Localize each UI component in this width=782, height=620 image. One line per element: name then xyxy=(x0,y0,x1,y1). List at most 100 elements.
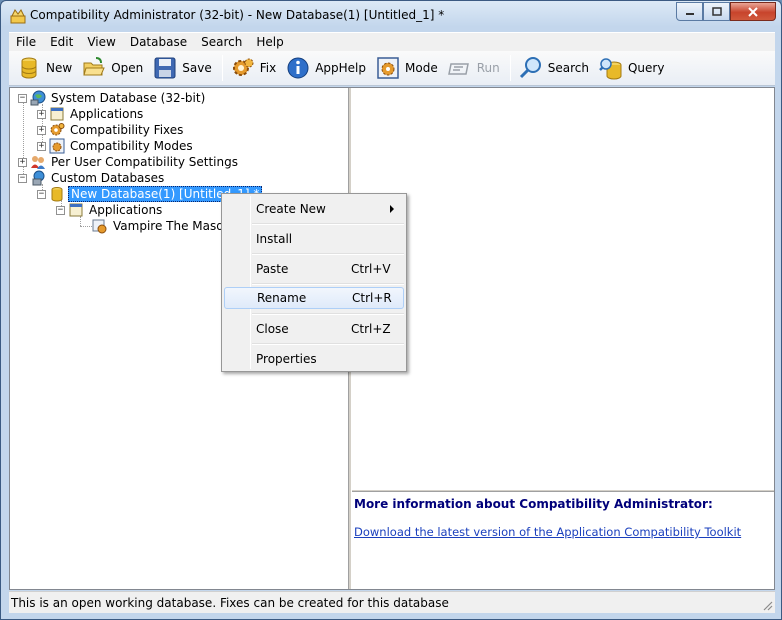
tree-node-per-user-settings[interactable]: + Per User Compatibility Settings xyxy=(18,154,240,170)
new-button[interactable]: New xyxy=(13,54,76,82)
resize-grip-icon[interactable] xyxy=(761,599,773,611)
window-title: Compatibility Administrator (32-bit) - N… xyxy=(30,8,445,22)
maximize-icon xyxy=(711,7,722,16)
context-menu: Create New Install Paste Ctrl+V Rename C… xyxy=(221,193,407,372)
app-window: Compatibility Administrator (32-bit) - N… xyxy=(0,0,782,620)
submenu-arrow-icon xyxy=(390,205,394,213)
menu-bar: File Edit View Database Search Help xyxy=(9,32,775,51)
info-pane: More information about Compatibility Adm… xyxy=(352,492,774,589)
tree-node-compatibility-fixes[interactable]: + Compatibility Fixes xyxy=(37,122,185,138)
info-heading: More information about Compatibility Adm… xyxy=(354,497,713,511)
modes-icon xyxy=(49,138,65,154)
users-icon xyxy=(31,156,45,169)
expand-toggle[interactable]: + xyxy=(18,157,27,167)
database-icon xyxy=(51,187,63,202)
menu-view[interactable]: View xyxy=(80,33,122,51)
minimize-icon xyxy=(685,12,694,15)
close-button[interactable] xyxy=(730,2,776,21)
tree-node-new-db-applications[interactable]: − Applications xyxy=(56,202,164,218)
open-button[interactable]: Open xyxy=(78,54,147,82)
new-database-icon xyxy=(21,57,37,79)
menu-item-paste[interactable]: Paste Ctrl+V xyxy=(224,258,404,280)
tree-label: Applications xyxy=(89,203,163,217)
menu-help[interactable]: Help xyxy=(249,33,290,51)
mode-button[interactable]: Mode xyxy=(372,54,442,82)
maximize-button[interactable] xyxy=(703,2,730,21)
search-label: Search xyxy=(547,61,589,75)
menu-shortcut: Ctrl+Z xyxy=(351,322,391,336)
custom-databases-icon xyxy=(32,170,45,186)
app-icon xyxy=(10,9,26,24)
tree-node-custom-databases[interactable]: − Custom Databases xyxy=(18,170,166,186)
tree-label: Compatibility Modes xyxy=(70,139,193,153)
search-icon xyxy=(519,57,541,79)
info-icon xyxy=(287,57,309,79)
menu-gutter xyxy=(250,196,251,369)
fixes-gear-icon xyxy=(50,123,65,136)
menu-item-close[interactable]: Close Ctrl+Z xyxy=(224,318,404,340)
menu-search[interactable]: Search xyxy=(194,33,249,51)
status-text: This is an open working database. Fixes … xyxy=(11,596,449,610)
download-toolkit-link[interactable]: Download the latest version of the Appli… xyxy=(354,525,772,539)
close-icon xyxy=(748,6,758,17)
menu-label: Close xyxy=(256,322,289,336)
expand-toggle[interactable]: + xyxy=(37,141,46,151)
tree-node-system-database[interactable]: − System Database (32-bit) xyxy=(18,90,207,106)
toolbar-separator xyxy=(221,55,223,81)
save-disk-icon xyxy=(154,57,176,79)
menu-label: Rename xyxy=(257,291,307,305)
fix-button[interactable]: Fix xyxy=(227,54,280,82)
menu-separator xyxy=(252,253,404,255)
collapse-toggle[interactable]: − xyxy=(18,93,27,103)
fix-gear-icon xyxy=(232,58,254,76)
collapse-toggle[interactable]: − xyxy=(18,173,27,183)
menu-label: Create New xyxy=(256,202,326,216)
menu-separator xyxy=(252,283,404,285)
menu-item-rename[interactable]: Rename Ctrl+R xyxy=(224,287,404,309)
tree-node-compatibility-modes[interactable]: + Compatibility Modes xyxy=(37,138,195,154)
search-button[interactable]: Search xyxy=(515,54,593,82)
status-bar: This is an open working database. Fixes … xyxy=(9,591,775,613)
query-icon xyxy=(599,58,622,80)
expand-toggle[interactable]: + xyxy=(37,125,46,135)
toolbar: New Open Save Fix AppHelp Mode Run Searc… xyxy=(9,51,775,86)
menu-separator xyxy=(252,223,404,225)
menu-label: Paste xyxy=(256,262,289,276)
run-icon xyxy=(447,63,469,75)
apphelp-button[interactable]: AppHelp xyxy=(282,54,370,82)
collapse-toggle[interactable]: − xyxy=(56,205,65,215)
fix-label: Fix xyxy=(259,61,277,75)
menu-file[interactable]: File xyxy=(9,33,43,51)
open-folder-icon xyxy=(83,57,105,76)
collapse-toggle[interactable]: − xyxy=(37,189,46,199)
menu-separator xyxy=(252,313,404,315)
mode-label: Mode xyxy=(405,61,438,75)
query-label: Query xyxy=(627,61,665,75)
details-pane[interactable] xyxy=(352,88,774,489)
menu-shortcut: Ctrl+V xyxy=(351,262,391,276)
tree-label: Per User Compatibility Settings xyxy=(51,155,238,169)
toolbar-separator xyxy=(509,55,511,81)
open-label: Open xyxy=(111,61,144,75)
applications-icon xyxy=(50,107,64,121)
apphelp-label: AppHelp xyxy=(315,61,366,75)
menu-label: Install xyxy=(256,232,293,246)
tree-label: Custom Databases xyxy=(51,171,165,185)
menu-item-properties[interactable]: Properties xyxy=(224,348,404,370)
run-button[interactable]: Run xyxy=(444,54,504,82)
minimize-button[interactable] xyxy=(676,2,703,21)
save-label: Save xyxy=(182,61,212,75)
menu-item-create-new[interactable]: Create New xyxy=(224,198,404,220)
expand-toggle[interactable]: + xyxy=(37,109,46,119)
title-bar[interactable]: Compatibility Administrator (32-bit) - N… xyxy=(1,1,781,31)
query-button[interactable]: Query xyxy=(595,54,668,82)
menu-database[interactable]: Database xyxy=(123,33,194,51)
globe-database-icon xyxy=(30,90,46,106)
save-button[interactable]: Save xyxy=(149,54,215,82)
menu-separator xyxy=(252,343,404,345)
tree-line xyxy=(80,226,92,227)
menu-edit[interactable]: Edit xyxy=(43,33,80,51)
tree-node-applications[interactable]: + Applications xyxy=(37,106,145,122)
menu-item-install[interactable]: Install xyxy=(224,228,404,250)
tree-label: System Database (32-bit) xyxy=(51,91,206,105)
